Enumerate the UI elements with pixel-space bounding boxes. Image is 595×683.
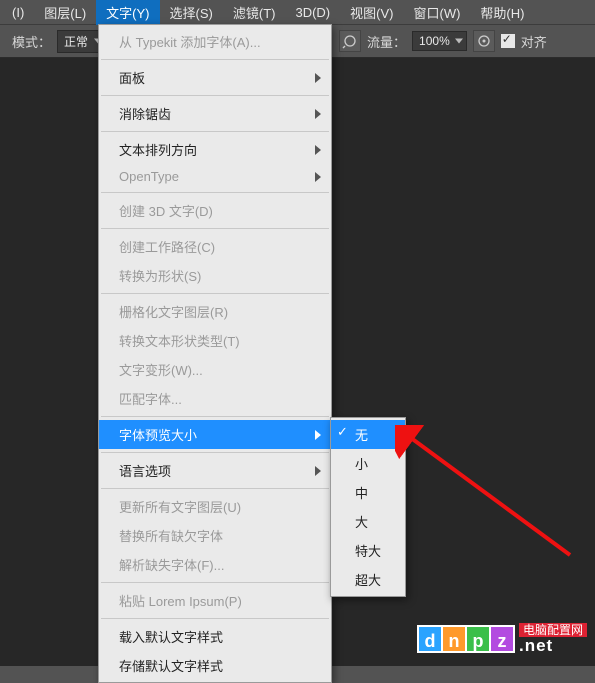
submenu-item[interactable]: 中 [331, 478, 405, 507]
menu-item: 匹配字体... [99, 384, 331, 413]
menu-view[interactable]: 视图(V) [340, 0, 403, 25]
menu-separator [101, 582, 329, 583]
menu-item: 替换所有缺欠字体 [99, 521, 331, 550]
menu-layer[interactable]: 图层(L) [34, 0, 96, 25]
mode-label: 模式： [12, 32, 51, 51]
menu-separator [101, 192, 329, 193]
menu-help[interactable]: 帮助(H) [470, 0, 534, 25]
submenu-item[interactable]: 小 [331, 449, 405, 478]
airbrush-icon[interactable] [339, 30, 361, 52]
menu-separator [101, 452, 329, 453]
menu-item[interactable]: 文本排列方向 [99, 135, 331, 164]
watermark-en: .net [519, 637, 587, 654]
menu-item[interactable]: 语言选项 [99, 456, 331, 485]
submenu-item[interactable]: 大 [331, 507, 405, 536]
type-menu-dropdown: 从 Typekit 添加字体(A)... 面板消除锯齿文本排列方向OpenType… [98, 24, 332, 683]
menu-item: 创建 3D 文字(D) [99, 196, 331, 225]
flow-label: 流量： [367, 32, 406, 51]
menu-filter[interactable]: 滤镜(T) [223, 0, 286, 25]
submenu-item[interactable]: 特大 [331, 536, 405, 565]
flow-value[interactable]: 100% [412, 31, 467, 51]
menu-separator [101, 131, 329, 132]
align-label: 对齐 [521, 32, 547, 51]
menu-separator [101, 228, 329, 229]
menu-item: 转换为形状(S) [99, 261, 331, 290]
menu-item: 从 Typekit 添加字体(A)... [99, 27, 331, 56]
menu-item: 解析缺失字体(F)... [99, 550, 331, 579]
pressure-icon[interactable] [473, 30, 495, 52]
menu-separator [101, 416, 329, 417]
align-checkbox[interactable] [501, 34, 515, 48]
menu-separator [101, 618, 329, 619]
watermark-cn: 电脑配置网 [519, 623, 587, 637]
font-preview-size-submenu: 无小中大特大超大 [330, 417, 406, 597]
menu-item: 文字变形(W)... [99, 355, 331, 384]
menu-edit-partial[interactable]: (I) [2, 2, 34, 23]
menu-item[interactable]: 消除锯齿 [99, 99, 331, 128]
menu-item: 栅格化文字图层(R) [99, 297, 331, 326]
submenu-item[interactable]: 无 [331, 420, 405, 449]
menu-select[interactable]: 选择(S) [160, 0, 223, 25]
menu-item: 创建工作路径(C) [99, 232, 331, 261]
menu-separator [101, 95, 329, 96]
menu-type[interactable]: 文字(Y) [96, 0, 159, 25]
menu-item[interactable]: 面板 [99, 63, 331, 92]
menu-separator [101, 59, 329, 60]
menu-item: 更新所有文字图层(U) [99, 492, 331, 521]
menu-3d[interactable]: 3D(D) [285, 2, 340, 23]
submenu-item[interactable]: 超大 [331, 565, 405, 594]
menubar: (I) 图层(L) 文字(Y) 选择(S) 滤镜(T) 3D(D) 视图(V) … [0, 0, 595, 24]
menu-separator [101, 488, 329, 489]
watermark: d n p z 电脑配置网 .net [417, 623, 587, 654]
menu-item[interactable]: 载入默认文字样式 [99, 622, 331, 651]
watermark-logo: d n p z [417, 625, 513, 653]
menu-window[interactable]: 窗口(W) [403, 0, 470, 25]
menu-item[interactable]: 字体预览大小 [99, 420, 331, 449]
menu-item: OpenType [99, 164, 331, 189]
menu-separator [101, 293, 329, 294]
menu-item: 转换文本形状类型(T) [99, 326, 331, 355]
menu-item: 粘贴 Lorem Ipsum(P) [99, 586, 331, 615]
